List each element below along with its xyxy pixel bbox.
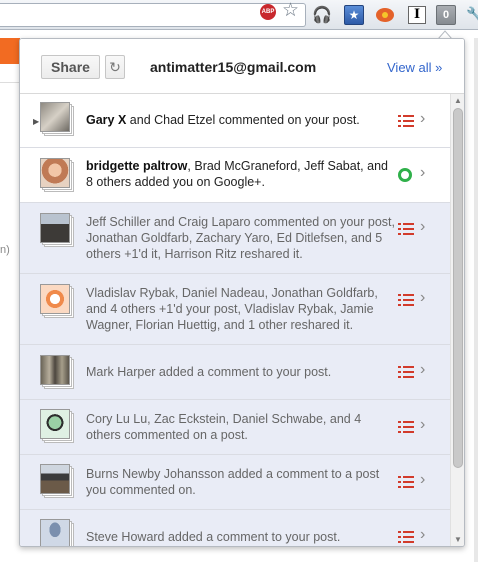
man-cap-avatar-image — [40, 464, 70, 494]
scroll-up-icon[interactable]: ▲ — [454, 96, 462, 105]
notification-text: Cory Lu Lu, Zac Eckstein, Daniel Schwabe… — [86, 412, 362, 442]
notification-item[interactable]: Vladislav Rybak, Daniel Nadeau, Jonathan… — [20, 274, 450, 345]
notification-text: Vladislav Rybak, Daniel Nadeau, Jonathan… — [86, 286, 378, 332]
chevron-right-icon[interactable]: › — [420, 110, 425, 128]
expand-arrow-icon[interactable]: ▶ — [33, 117, 39, 126]
page-divider — [0, 82, 20, 83]
notifications-popup: Share ↻ antimatter15@gmail.com View all … — [19, 38, 465, 547]
chevron-right-icon[interactable]: › — [420, 361, 425, 379]
cartoon-avatar-image — [40, 409, 70, 439]
headphones-icon[interactable]: 🎧 — [311, 4, 333, 26]
chevron-right-icon[interactable]: › — [420, 471, 425, 489]
adblock-icon[interactable]: ABP — [260, 4, 276, 20]
avatar — [40, 409, 74, 443]
notification-count: 0 — [436, 5, 456, 25]
notification-item[interactable]: Cory Lu Lu, Zac Eckstein, Daniel Schwabe… — [20, 400, 450, 455]
bookmark-star-icon[interactable]: ☆ — [282, 1, 299, 21]
page-right-edge — [466, 38, 478, 562]
share-button[interactable]: Share — [41, 55, 100, 79]
avatar — [40, 519, 74, 546]
notification-item[interactable]: bridgette paltrow, Brad McGraneford, Jef… — [20, 148, 450, 203]
list-icon[interactable] — [398, 223, 414, 235]
orange-sketch-avatar-image — [40, 284, 70, 314]
refresh-icon: ↻ — [109, 59, 121, 75]
avatar — [40, 284, 74, 318]
chevron-right-icon[interactable]: › — [420, 526, 425, 544]
page-edge-text: n) — [0, 244, 10, 256]
avatar — [40, 464, 74, 498]
list-icon[interactable] — [398, 531, 414, 543]
group-avatar-image — [40, 355, 70, 385]
scroll-down-icon[interactable]: ▼ — [454, 535, 462, 544]
avatar — [40, 355, 74, 389]
woman-avatar-image — [40, 158, 70, 188]
chevron-right-icon[interactable]: › — [420, 289, 425, 307]
avatar — [40, 213, 74, 247]
notification-list: ▶ Gary X and Chad Etzel commented on you… — [20, 94, 450, 546]
scrollbar-thumb[interactable] — [453, 108, 463, 468]
wrench-icon[interactable]: 🔧 — [466, 6, 478, 23]
notification-item[interactable]: Steve Howard added a comment to your pos… — [20, 510, 450, 546]
notification-text: Steve Howard added a comment to your pos… — [86, 530, 341, 544]
avatar — [40, 158, 74, 192]
cat-avatar-image — [40, 102, 70, 132]
account-email: antimatter15@gmail.com — [150, 59, 317, 75]
chevron-right-icon[interactable]: › — [420, 164, 425, 182]
circle-icon[interactable] — [398, 168, 412, 182]
notification-text: Burns Newby Johansson added a comment to… — [86, 467, 380, 497]
popup-header: Share ↻ antimatter15@gmail.com View all … — [20, 39, 464, 94]
list-icon[interactable] — [398, 476, 414, 488]
notification-item[interactable]: Burns Newby Johansson added a comment to… — [20, 455, 450, 510]
superman-extension-icon[interactable] — [374, 4, 396, 26]
view-all-link[interactable]: View all » — [387, 60, 442, 75]
notification-item[interactable]: Jeff Schiller and Craig Laparo commented… — [20, 203, 450, 274]
notification-item[interactable]: Mark Harper added a comment to your post… — [20, 345, 450, 400]
list-icon[interactable] — [398, 366, 414, 378]
scrollbar[interactable]: ▲ ▼ — [450, 94, 464, 546]
notification-text: Mark Harper added a comment to your post… — [86, 365, 332, 379]
chevron-right-icon[interactable]: › — [420, 416, 425, 434]
page-header-bar — [0, 38, 20, 64]
list-icon[interactable] — [398, 294, 414, 306]
star-icon: ★ — [344, 5, 364, 25]
browser-toolbar: ABP ☆ 🎧 ★ I 0 🔧 — [0, 0, 478, 30]
silhouette-avatar-image — [40, 519, 70, 546]
instapaper-extension-button[interactable]: I — [406, 4, 428, 26]
notification-text: Jeff Schiller and Craig Laparo commented… — [86, 215, 395, 261]
list-icon[interactable] — [398, 421, 414, 433]
refresh-button[interactable]: ↻ — [105, 55, 125, 79]
notification-item[interactable]: ▶ Gary X and Chad Etzel commented on you… — [20, 94, 450, 148]
chevron-right-icon[interactable]: › — [420, 218, 425, 236]
bookmark-extension-button[interactable]: ★ — [343, 4, 365, 26]
notification-text: bridgette paltrow, Brad McGraneford, Jef… — [86, 159, 388, 189]
notification-count-button[interactable]: 0 — [435, 4, 457, 26]
notification-text: Gary X and Chad Etzel commented on your … — [86, 113, 360, 127]
list-icon[interactable] — [398, 115, 414, 127]
man-suit-avatar-image — [40, 213, 70, 243]
avatar — [40, 102, 74, 136]
